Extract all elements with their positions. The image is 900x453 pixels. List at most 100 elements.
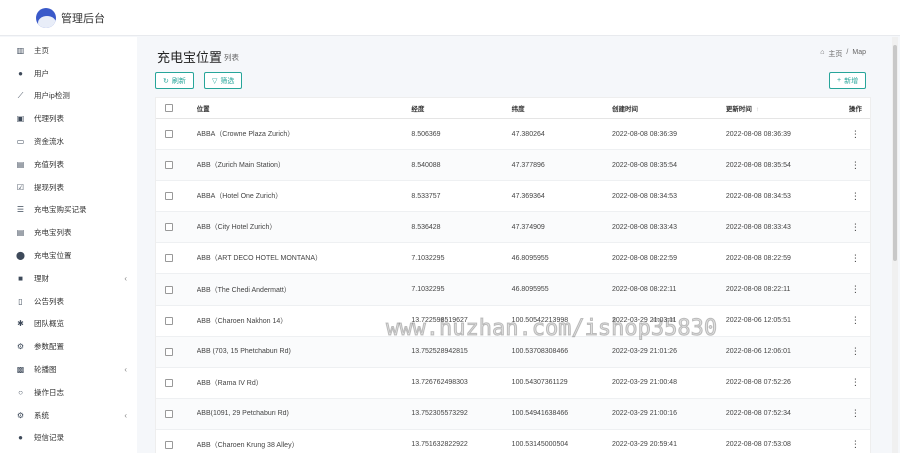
row-checkbox[interactable] (165, 285, 173, 294)
sms-icon: ● (18, 433, 23, 443)
sidebar-item[interactable]: ⟋ 用户ip检测 (0, 85, 137, 108)
sidebar-item[interactable]: ⚙ 参数配置 (0, 335, 137, 358)
cell-longitude: 8.533757 (411, 192, 441, 200)
table-row[interactable]: ABB（The Chedi Andermatt） 7.1032295 46.8095… (156, 274, 870, 306)
more-options-icon[interactable]: ⋮ (841, 222, 870, 233)
cell-updated: 2022-08-08 08:22:59 (725, 254, 791, 262)
chevron-left-icon[interactable]: ‹ (124, 365, 127, 374)
sidebar-item-label: 用户ip检测 (34, 91, 70, 101)
cell-location: ABB (703, 15 Phetchaburi Rd) (196, 348, 291, 356)
more-options-icon[interactable]: ⋮ (841, 346, 870, 357)
agent-list-icon: ▣ (16, 114, 25, 124)
sidebar-item[interactable]: ▣ 代理列表 (0, 107, 137, 130)
table-row[interactable]: ABB（City Hotel Zurich） 8.536428 47.374909 2… (156, 212, 870, 244)
sidebar-item[interactable]: ⚙ 系统 ‹ (0, 404, 137, 427)
row-checkbox[interactable] (165, 316, 173, 325)
sidebar-item-label: 系统 (34, 410, 49, 420)
cell-updated: 2022-08-08 08:35:54 (725, 161, 791, 169)
app-logo[interactable] (36, 7, 56, 28)
more-options-icon[interactable]: ⋮ (841, 253, 870, 264)
chevron-left-icon[interactable]: ‹ (124, 411, 127, 420)
sidebar-item[interactable]: ⬤ 充电宝位置 (0, 244, 137, 267)
column-location[interactable]: 位置 (197, 103, 392, 113)
sidebar-item[interactable]: ▤ 充值列表 (0, 153, 137, 176)
row-checkbox[interactable] (165, 347, 173, 356)
refresh-icon: ↻ (163, 77, 169, 85)
cell-location: ABB（Rama IV Rd） (196, 379, 263, 387)
column-longitude[interactable]: 经度 (411, 103, 511, 113)
cell-latitude: 46.8095955 (511, 286, 549, 294)
column-created[interactable]: 创建时间 (612, 103, 726, 113)
column-latitude[interactable]: 纬度 (512, 103, 612, 113)
row-checkbox[interactable] (165, 223, 173, 232)
breadcrumb-home[interactable]: 主页 (828, 49, 842, 59)
table-row[interactable]: ABB（ART DECO HOTEL MONTANA） 7.1032295 46.8… (156, 243, 870, 275)
log-icon: ○ (18, 387, 23, 397)
sidebar-item[interactable]: ● 短信记录 (0, 427, 137, 450)
sidebar-item[interactable]: ■ 理财 ‹ (0, 267, 137, 290)
table-row[interactable]: ABB (703, 15 Phetchaburi Rd) 13.752528942… (156, 336, 870, 368)
column-updated[interactable]: 更新时间 ↑ (726, 103, 841, 113)
scrollbar[interactable] (892, 37, 898, 453)
more-options-icon[interactable]: ⋮ (841, 377, 870, 388)
row-checkbox[interactable] (165, 440, 173, 449)
row-checkbox[interactable] (165, 378, 173, 387)
table-row[interactable]: ABBA（Hotel One Zurich） 8.533757 47.369364 2… (156, 181, 870, 213)
row-select-cell (165, 316, 179, 325)
more-options-icon[interactable]: ⋮ (841, 315, 870, 326)
cell-created: 2022-08-08 08:22:11 (611, 286, 677, 294)
select-all-checkbox[interactable] (165, 104, 173, 112)
filter-button[interactable]: ▽ 筛选 (204, 72, 243, 89)
row-checkbox[interactable] (165, 161, 173, 170)
cell-location: ABB（ART DECO HOTEL MONTANA） (196, 255, 322, 263)
sidebar-item-label: 充值列表 (34, 159, 64, 169)
sidebar-item[interactable]: ☰ 充电宝购买记录 (0, 199, 137, 222)
watermark-text: www.huzhan.com/ishop35830 (385, 316, 718, 342)
cell-updated: 2022-08-06 12:05:51 (725, 317, 791, 325)
table-row[interactable]: ABB（Charoen Krung 38 Alley） 13.7516328229… (156, 430, 870, 453)
more-options-icon[interactable]: ⋮ (841, 408, 870, 419)
sidebar-item[interactable]: ▤ 充电宝列表 (0, 221, 137, 244)
sidebar-item[interactable]: ✱ 团队概览 (0, 313, 137, 336)
sidebar-item[interactable]: ● 用户 (0, 62, 137, 85)
home-icon: ⌂ (820, 49, 825, 56)
more-options-icon[interactable]: ⋮ (841, 160, 870, 171)
cell-latitude: 47.374909 (511, 223, 545, 231)
refresh-button[interactable]: ↻ 刷新 (155, 72, 194, 89)
sidebar-item-label: 代理列表 (34, 114, 64, 124)
row-select-cell (165, 378, 179, 387)
row-checkbox[interactable] (165, 130, 173, 139)
sidebar-item-label: 理财 (34, 273, 49, 283)
row-checkbox[interactable] (165, 409, 173, 418)
cell-created: 2022-03-29 21:00:16 (611, 410, 677, 418)
sort-icon[interactable]: ↑ (756, 106, 759, 113)
sidebar-item[interactable]: ▥ 主页 (0, 39, 137, 62)
table-row[interactable]: ABBA（Crowne Plaza Zurich） 8.506369 47.3802… (156, 119, 870, 151)
cell-latitude: 100.54941638466 (511, 410, 569, 418)
sidebar-item[interactable]: ▭ 资金流水 (0, 130, 137, 153)
app-title: 管理后台 (61, 12, 105, 25)
row-checkbox[interactable] (165, 192, 173, 201)
more-options-icon[interactable]: ⋮ (841, 284, 870, 295)
sidebar-item-label: 充电宝列表 (34, 228, 72, 238)
cell-updated: 2022-08-08 08:34:53 (725, 192, 791, 200)
table-row[interactable]: ABB(1091, 29 Petchaburi Rd) 13.7523055732… (156, 398, 870, 430)
more-options-icon[interactable]: ⋮ (841, 129, 870, 140)
more-options-icon[interactable]: ⋮ (841, 191, 870, 202)
chevron-left-icon[interactable]: ‹ (124, 274, 127, 283)
sidebar-item[interactable]: ○ 操作日志 (0, 381, 137, 404)
scrollbar-thumb[interactable] (893, 45, 897, 261)
money-flow-icon: ▭ (16, 137, 25, 147)
sidebar-item[interactable]: ☑ 提现列表 (0, 176, 137, 199)
row-select-cell (165, 440, 179, 449)
table-row[interactable]: ABB（Zurich Main Station） 8.540088 47.37789… (156, 150, 870, 182)
location-pin-icon: ⬤ (16, 251, 25, 261)
table-row[interactable]: ABB（Rama IV Rd） 13.726762498303 100.543073… (156, 368, 870, 399)
sidebar-item[interactable]: ▩ 轮播图 ‹ (0, 358, 137, 381)
sidebar-item[interactable]: ▯ 公告列表 (0, 290, 137, 313)
breadcrumb-current: Map (852, 49, 866, 56)
more-options-icon[interactable]: ⋮ (841, 439, 870, 450)
add-button[interactable]: + 新增 (829, 72, 867, 89)
system-gear-icon: ⚙ (16, 410, 25, 420)
row-checkbox[interactable] (165, 254, 173, 263)
